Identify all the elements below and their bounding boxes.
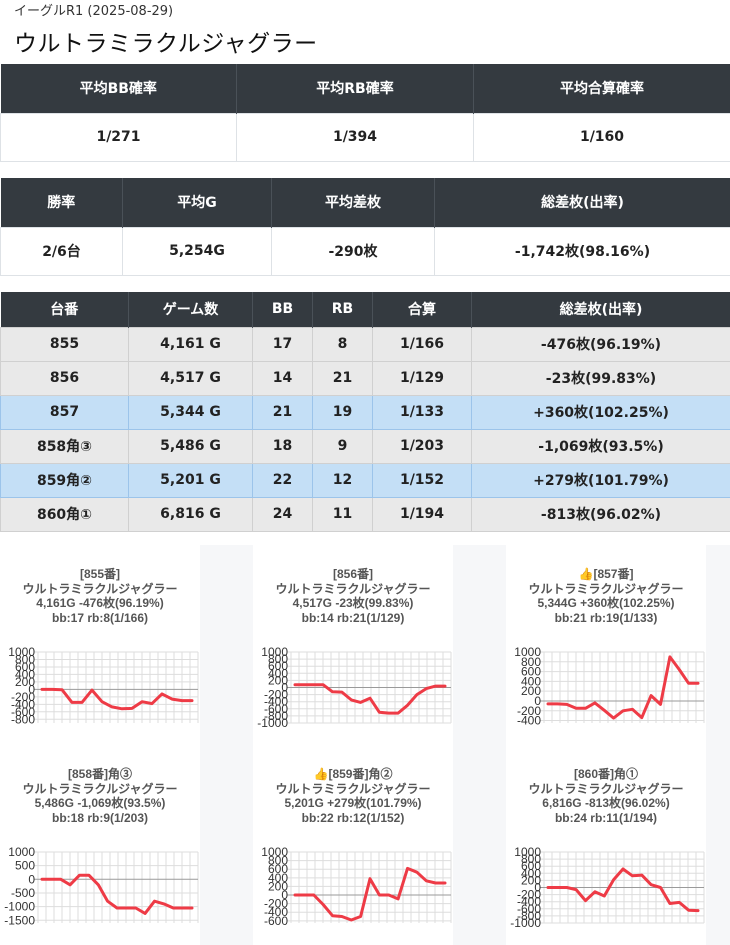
cell-bb: 18	[252, 428, 313, 464]
header-avg-diff: 平均差枚	[271, 178, 435, 227]
cell-rb: 9	[312, 428, 373, 464]
chart-card-859: 👍[859番]角② ウルトラミラクルジャグラー 5,201G +279枚(101…	[253, 745, 453, 945]
header-total-diff: 総差枚(出率)	[434, 178, 730, 227]
line-chart-856: 10008006004002000-200-400-600-800-1000	[257, 645, 452, 730]
value-avg-total: 1/160	[473, 112, 730, 162]
y-tick-label: -400	[517, 714, 541, 728]
cell-game-count: 5,344 G	[128, 394, 253, 430]
value-avg-games: 5,254G	[122, 226, 272, 276]
page-title: ウルトラミラクルジャグラー	[14, 31, 318, 57]
cell-bb: 22	[252, 462, 313, 498]
result-summary-table: 勝率 平均G 平均差枚 総差枚(出率) 2/6台 5,254G -290枚 -1…	[0, 178, 730, 276]
series-line	[546, 867, 700, 913]
cell-rb: 11	[312, 496, 373, 532]
cell-combined: 1/129	[372, 360, 472, 396]
col-game-count: ゲーム数	[128, 292, 253, 327]
cell-game-count: 6,816 G	[128, 496, 253, 532]
col-combined: 合算	[372, 292, 472, 327]
cell-machine-number: 855	[0, 326, 129, 362]
header-avg-bb: 平均BB確率	[0, 64, 237, 113]
chart-card-856: [856番] ウルトラミラクルジャグラー 4,517G -23枚(99.83%)…	[253, 545, 453, 745]
table-row: 860角① 6,816 G 24 11 1/194 -813枚(96.02%)	[0, 496, 730, 532]
cell-combined: 1/166	[372, 326, 472, 362]
cell-machine-number: 860角①	[0, 496, 129, 532]
y-tick-label: -500	[11, 886, 35, 900]
line-chart-858: 10005000-500-1000-1500	[4, 845, 199, 927]
cell-combined: 1/133	[372, 394, 472, 430]
line-chart-857: 10008006004002000-200-400	[514, 645, 705, 728]
value-avg-bb: 1/271	[0, 112, 237, 162]
table-row: 855 4,161 G 17 8 1/166 -476枚(96.19%)	[0, 326, 730, 362]
cell-total-diff: -476枚(96.19%)	[471, 326, 730, 362]
cell-total-diff: +360枚(102.25%)	[471, 394, 730, 430]
y-tick-label: 1000	[8, 845, 35, 859]
y-tick-label: 0	[28, 872, 35, 886]
value-win-rate: 2/6台	[0, 226, 123, 276]
header-avg-games: 平均G	[122, 178, 272, 227]
machine-table: 台番 ゲーム数 BB RB 合算 総差枚(出率) 855 4,161 G 17 8 1/…	[0, 292, 730, 532]
col-bb: BB	[252, 292, 313, 327]
cell-rb: 8	[312, 326, 373, 362]
col-machine-number: 台番	[0, 292, 129, 327]
cell-rb: 12	[312, 462, 373, 498]
cell-machine-number: 859角②	[0, 462, 129, 498]
y-tick-label: -1000	[510, 916, 541, 930]
series-line	[40, 873, 194, 915]
y-tick-label: 500	[15, 859, 35, 873]
header-avg-total: 平均合算確率	[473, 64, 730, 113]
chart-card-858: [858番]角③ ウルトラミラクルジャグラー 5,486G -1,069枚(93…	[0, 745, 200, 945]
cell-machine-number: 856	[0, 360, 129, 396]
page-subtitle: イーグルR1 (2025-08-29)	[14, 4, 174, 19]
y-tick-label: -1500	[4, 913, 35, 927]
chart-card-860: [860番]角① ウルトラミラクルジャグラー 6,816G -813枚(96.0…	[506, 745, 706, 945]
cell-rb: 19	[312, 394, 373, 430]
value-total-diff: -1,742枚(98.16%)	[434, 226, 730, 276]
chart-card-855: [855番] ウルトラミラクルジャグラー 4,161G -476枚(96.19%…	[0, 545, 200, 745]
col-rb: RB	[312, 292, 373, 327]
cell-total-diff: -23枚(99.83%)	[471, 360, 730, 396]
table-row: 856 4,517 G 14 21 1/129 -23枚(99.83%)	[0, 360, 730, 396]
cell-machine-number: 857	[0, 394, 129, 430]
cell-total-diff: +279枚(101.79%)	[471, 462, 730, 498]
cell-total-diff: -813枚(96.02%)	[471, 496, 730, 532]
table-row: 857 5,344 G 21 19 1/133 +360枚(102.25%)	[0, 394, 730, 430]
y-tick-label: -800	[11, 712, 35, 726]
y-tick-label: -1000	[257, 716, 288, 730]
cell-game-count: 5,201 G	[128, 462, 253, 498]
table-row: 858角③ 5,486 G 18 9 1/203 -1,069枚(93.5%)	[0, 428, 730, 464]
y-tick-label: -1000	[4, 900, 35, 914]
table-row: 859角② 5,201 G 22 12 1/152 +279枚(101.79%)	[0, 462, 730, 498]
line-chart-855: 10008006004002000-200-400-600-800	[8, 645, 199, 726]
cell-bb: 21	[252, 394, 313, 430]
header-avg-rb: 平均RB確率	[236, 64, 474, 113]
cell-game-count: 5,486 G	[128, 428, 253, 464]
probability-summary-table: 平均BB確率 平均RB確率 平均合算確率 1/271 1/394 1/160	[0, 64, 730, 162]
series-line	[546, 655, 700, 720]
header-win-rate: 勝率	[0, 178, 123, 227]
cell-machine-number: 858角③	[0, 428, 129, 464]
line-chart-860: 10008006004002000-200-400-600-800-1000	[510, 845, 705, 930]
chart-grid: [855番] ウルトラミラクルジャグラー 4,161G -476枚(96.19%…	[0, 545, 730, 945]
cell-bb: 24	[252, 496, 313, 532]
cell-total-diff: -1,069枚(93.5%)	[471, 428, 730, 464]
y-tick-label: -600	[264, 914, 288, 928]
cell-rb: 21	[312, 360, 373, 396]
value-avg-diff: -290枚	[271, 226, 435, 276]
col-total-diff: 総差枚(出率)	[471, 292, 730, 327]
cell-combined: 1/152	[372, 462, 472, 498]
cell-combined: 1/194	[372, 496, 472, 532]
series-line	[40, 687, 194, 711]
cell-game-count: 4,161 G	[128, 326, 253, 362]
chart-card-857: 👍[857番] ウルトラミラクルジャグラー 5,344G +360枚(102.2…	[506, 545, 706, 745]
cell-bb: 14	[252, 360, 313, 396]
line-chart-859: 10008006004002000-200-400-600	[261, 845, 452, 928]
cell-combined: 1/203	[372, 428, 472, 464]
value-avg-rb: 1/394	[236, 112, 474, 162]
cell-bb: 17	[252, 326, 313, 362]
cell-game-count: 4,517 G	[128, 360, 253, 396]
